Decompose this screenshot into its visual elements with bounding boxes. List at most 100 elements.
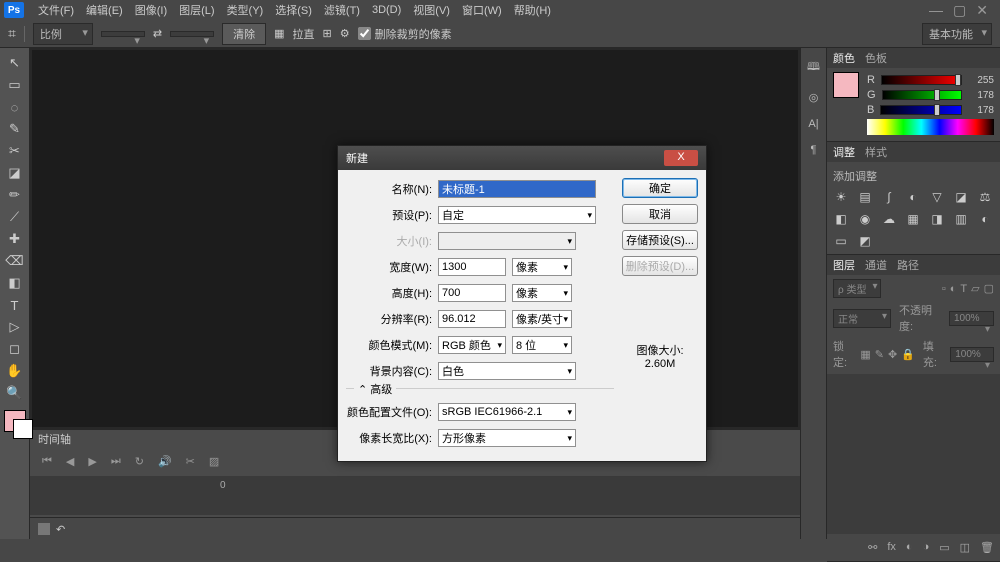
clone-tool[interactable]: ✚ [5, 230, 25, 248]
invert-icon[interactable]: ◨ [929, 212, 945, 226]
bit-depth-dropdown[interactable]: 8 位 [512, 336, 572, 354]
vibrance-icon[interactable]: ▽ [929, 190, 945, 204]
timeline-loop-icon[interactable]: ↻ [135, 455, 144, 468]
menu-window[interactable]: 窗口(W) [456, 0, 508, 20]
adjustment-layer-icon[interactable]: ◑ [923, 541, 930, 554]
timeline-audio-icon[interactable]: 🔊 [158, 455, 172, 468]
background-dropdown[interactable]: 白色 [438, 362, 576, 380]
new-layer-icon[interactable]: ◫ [960, 541, 970, 554]
link-layers-icon[interactable]: ⚯ [868, 541, 877, 554]
balance-icon[interactable]: ⚖ [977, 190, 993, 204]
lookup-icon[interactable]: ▦ [905, 212, 921, 226]
profile-dropdown[interactable]: sRGB IEC61966-2.1 [438, 403, 576, 421]
menu-file[interactable]: 文件(F) [32, 0, 80, 20]
height-unit-dropdown[interactable]: 像素 [512, 284, 572, 302]
eyedropper-tool[interactable]: ◪ [5, 164, 25, 182]
fx-icon[interactable]: fx [887, 541, 896, 554]
color-mode-dropdown[interactable]: RGB 颜色 [438, 336, 506, 354]
straighten-icon[interactable]: ▦ [274, 27, 284, 40]
tab-adjustments[interactable]: 调整 [833, 144, 855, 160]
exposure-icon[interactable]: ◐ [905, 190, 921, 204]
tab-color[interactable]: 颜色 [833, 50, 855, 66]
timeline-first-icon[interactable]: ⏮ [42, 455, 52, 468]
ok-button[interactable]: 确定 [622, 178, 698, 198]
gradient-tool[interactable]: ◧ [5, 274, 25, 292]
menu-type[interactable]: 类型(Y) [221, 0, 270, 20]
height-input[interactable] [438, 284, 506, 302]
foreground-color[interactable] [833, 72, 859, 98]
threshold-icon[interactable]: ◐ [977, 212, 993, 226]
timeline-cut-icon[interactable]: ✂ [186, 455, 195, 468]
properties-icon[interactable]: ◎ [809, 91, 819, 104]
hand-tool[interactable]: ✋ [5, 362, 25, 380]
levels-icon[interactable]: ▤ [857, 190, 873, 204]
filter-type-icon[interactable]: T [960, 283, 967, 295]
layer-filter-dropdown[interactable]: ρ 类型 [833, 279, 881, 298]
width-unit-dropdown[interactable]: 像素 [512, 258, 572, 276]
delete-cropped-checkbox[interactable]: 删除裁剪的像素 [358, 26, 452, 42]
status-undo-icon[interactable]: ↶ [56, 523, 68, 535]
layer-list[interactable] [827, 374, 1000, 534]
pixel-aspect-dropdown[interactable]: 方形像素 [438, 429, 576, 447]
brightness-icon[interactable]: ☀ [833, 190, 849, 204]
workspace-dropdown[interactable]: 基本功能 [922, 23, 992, 45]
lock-all-icon[interactable]: 🔒 [901, 348, 915, 361]
collapse-icon[interactable]: ⌃ [358, 383, 367, 396]
bw-icon[interactable]: ◧ [833, 212, 849, 226]
wand-tool[interactable]: ✎ [5, 120, 25, 138]
menu-filter[interactable]: 滤镜(T) [318, 0, 366, 20]
group-icon[interactable]: ▭ [939, 541, 949, 554]
channel-mixer-icon[interactable]: ☁ [881, 212, 897, 226]
eraser-tool[interactable]: ⌫ [5, 252, 25, 270]
dialog-close-button[interactable]: X [664, 150, 698, 166]
marquee-tool[interactable]: ▭ [5, 76, 25, 94]
lock-pos-icon[interactable]: ✥ [888, 348, 897, 361]
tab-channels[interactable]: 通道 [865, 257, 887, 273]
timeline-play-icon[interactable]: ▶ [88, 455, 96, 468]
selective-color-icon[interactable]: ◩ [857, 234, 873, 248]
name-input[interactable] [438, 180, 596, 198]
minimize-button[interactable]: — [929, 2, 943, 19]
character-icon[interactable]: A| [808, 118, 818, 130]
pencil-tool[interactable]: ⟋ [5, 208, 25, 226]
menu-help[interactable]: 帮助(H) [508, 0, 557, 20]
menu-select[interactable]: 选择(S) [269, 0, 318, 20]
resolution-input[interactable] [438, 310, 506, 328]
tab-swatches[interactable]: 色板 [865, 50, 887, 66]
tab-layers[interactable]: 图层 [833, 257, 855, 273]
curves-icon[interactable]: ∫ [881, 190, 897, 204]
filter-adjust-icon[interactable]: ◐ [950, 283, 957, 295]
grid-icon[interactable]: ⊞ [323, 27, 332, 40]
timeline-prev-icon[interactable]: ◀ [66, 455, 74, 468]
resolution-unit-dropdown[interactable]: 像素/英寸 [512, 310, 572, 328]
clear-button[interactable]: 清除 [222, 23, 266, 45]
filter-shape-icon[interactable]: ▱ [971, 282, 979, 295]
save-preset-button[interactable]: 存储预设(S)... [622, 230, 698, 250]
blend-mode-dropdown[interactable]: 正常 [833, 309, 891, 328]
tab-styles[interactable]: 样式 [865, 144, 887, 160]
hue-icon[interactable]: ◪ [953, 190, 969, 204]
gradient-map-icon[interactable]: ▭ [833, 234, 849, 248]
fill-field[interactable]: 100% [950, 347, 994, 362]
menu-image[interactable]: 图像(I) [129, 0, 173, 20]
crop-height-field[interactable] [170, 31, 214, 37]
filter-smart-icon[interactable]: ▢ [984, 282, 994, 295]
mask-icon[interactable]: ◐ [906, 541, 913, 554]
type-tool[interactable]: T [5, 296, 25, 314]
posterize-icon[interactable]: ▥ [953, 212, 969, 226]
cancel-button[interactable]: 取消 [622, 204, 698, 224]
photo-filter-icon[interactable]: ◉ [857, 212, 873, 226]
path-tool[interactable]: ▷ [5, 318, 25, 336]
r-slider[interactable] [881, 75, 962, 85]
maximize-button[interactable]: ▢ [953, 2, 966, 19]
crop-tool[interactable]: ✂ [5, 142, 25, 160]
close-button[interactable]: ✕ [976, 2, 988, 19]
preset-dropdown[interactable]: 自定 [438, 206, 596, 224]
paragraph-icon[interactable]: ¶ [811, 144, 817, 156]
swap-icon[interactable]: ⇄ [153, 27, 162, 40]
delete-layer-icon[interactable]: 🗑 [980, 541, 994, 554]
settings-icon[interactable]: ⚙ [340, 27, 350, 40]
timeline-next-icon[interactable]: ⏭ [111, 455, 121, 468]
shape-tool[interactable]: ◻ [5, 340, 25, 358]
menu-view[interactable]: 视图(V) [407, 0, 456, 20]
